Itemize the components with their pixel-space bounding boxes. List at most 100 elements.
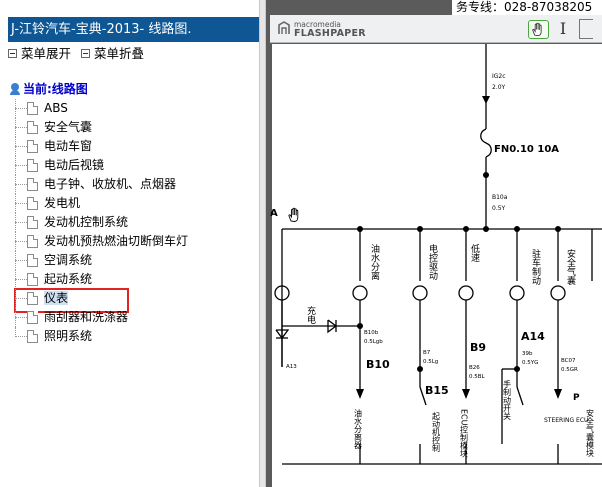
tree-item[interactable]: 空调系统 <box>10 251 255 270</box>
tree-item-label: 照明系统 <box>44 329 93 343</box>
component-label: 起动机控制 <box>432 412 441 453</box>
tree-root-label: 当前:线路图 <box>23 82 88 96</box>
tree-branch-line <box>15 146 27 147</box>
tree-item-label: 空调系统 <box>44 253 93 267</box>
indicator-label: 低速 <box>469 243 480 263</box>
tree-branch-line <box>15 108 27 109</box>
document-icon <box>27 121 38 134</box>
tree-item[interactable]: 发动机控制系统 <box>10 213 255 232</box>
tree-item[interactable]: ABS <box>10 99 255 118</box>
wire-label: 0.5Y <box>492 205 506 212</box>
tree-branch-line <box>15 298 27 299</box>
indicator-label: 充电 <box>305 305 316 324</box>
edge-letter: A <box>270 208 278 219</box>
text-select-button[interactable]: I <box>556 19 570 39</box>
connector-label: P <box>573 393 580 403</box>
document-icon <box>27 159 38 172</box>
wire-label: 2.0Y <box>492 84 506 91</box>
wiring-schematic: IG2c 2.0Y FN0.10 10A B10a 0.5Y A 充电 油水分离… <box>270 44 602 487</box>
tree-item-label: 电动后视镜 <box>44 158 105 172</box>
tree-branch-line <box>15 260 27 261</box>
indicator-label: 电控驱动 <box>427 243 438 281</box>
tree-item[interactable]: 照明系统 <box>10 327 255 346</box>
tree-branch-line <box>15 165 27 166</box>
component-label: 安全气囊模块 <box>586 408 595 458</box>
tree-item[interactable]: 发电机 <box>10 194 255 213</box>
expand-icon <box>8 49 17 58</box>
tree-item-label: 电子钟、收放机、点烟器 <box>44 177 177 191</box>
macromedia-logo-icon <box>278 21 290 34</box>
tree-item-label: 起动系统 <box>44 272 93 286</box>
wire-label: BC07 <box>561 358 576 364</box>
component-label: 手制动开关 <box>503 379 512 421</box>
wire-label: 39b <box>522 351 533 357</box>
tree-item[interactable]: 起动系统 <box>10 270 255 289</box>
tree-item-label: 电动车窗 <box>44 139 93 153</box>
toolbar-more-button[interactable] <box>579 19 593 39</box>
tree-item-label: 雨刮器和洗涤器 <box>44 310 129 324</box>
indicator-label: 驻车制动 <box>530 249 541 286</box>
document-icon <box>27 235 38 248</box>
tree-item[interactable]: 发动机预热燃油切断倒车灯 <box>10 232 255 251</box>
tree-item[interactable]: 安全气囊 <box>10 118 255 137</box>
logo-flashpaper-text: FLASHPAPER <box>294 28 366 39</box>
wire-label: B10b <box>364 330 379 336</box>
document-icon <box>27 254 38 267</box>
wire-label: B10a <box>492 194 508 201</box>
tree-item-label: 发动机控制系统 <box>44 215 129 229</box>
wire-label: B7 <box>423 350 431 356</box>
document-icon <box>27 178 38 191</box>
menu-toggles: 菜单展开 菜单折叠 <box>8 45 154 63</box>
menu-collapse-button[interactable]: 菜单折叠 <box>81 46 144 61</box>
tree-item-label: 发电机 <box>44 196 81 210</box>
indicator-label: 安全气囊 <box>565 248 576 286</box>
wire-label: 0.5Lg <box>423 359 438 365</box>
indicator-label: 油水分离 <box>369 243 380 281</box>
hand-icon <box>532 22 542 37</box>
tree-branch-line <box>15 222 27 223</box>
tree-branch-line <box>15 279 27 280</box>
wire-label: A13 <box>286 364 297 370</box>
flashpaper-toolbar: macromedia FLASHPAPER I <box>270 15 602 43</box>
tree-branch-line <box>15 317 27 318</box>
connector-label: B15 <box>425 384 449 397</box>
navigation-panel: J-江铃汽车-宝典-2013- 线路图. 菜单展开 菜单折叠 当前:线路图 ABS… <box>0 0 259 487</box>
menu-expand-button[interactable]: 菜单展开 <box>8 46 71 61</box>
diagram-page: IG2c 2.0Y FN0.10 10A B10a 0.5Y A 充电 油水分离… <box>270 44 602 487</box>
document-icon <box>27 102 38 115</box>
document-icon <box>27 216 38 229</box>
tree-branch-line <box>15 127 27 128</box>
fuse-label: FN0.10 10A <box>494 144 559 155</box>
document-title: J-江铃汽车-宝典-2013- 线路图. <box>8 17 259 42</box>
document-icon <box>27 292 38 305</box>
tree-item[interactable]: 电动车窗 <box>10 137 255 156</box>
wire-label: 0.5Lgb <box>364 339 383 345</box>
component-label: ECU控制模块 <box>460 409 469 459</box>
tree-item[interactable]: 电子钟、收放机、点烟器 <box>10 175 255 194</box>
wire-label: B26 <box>469 365 480 371</box>
document-icon <box>27 330 38 343</box>
tree-item[interactable]: 雨刮器和洗涤器 <box>10 308 255 327</box>
pane-splitter[interactable] <box>259 0 266 487</box>
wire-label: 0.5YG <box>522 360 538 366</box>
menu-collapse-label: 菜单折叠 <box>94 46 145 61</box>
connector-label: B9 <box>470 341 486 354</box>
wiring-diagram-tree: 当前:线路图 ABS 安全气囊电动车窗电动后视镜电子钟、收放机、点烟器 发电机发动机… <box>10 80 255 346</box>
connector-label: B10 <box>366 358 390 371</box>
tree-item[interactable]: 仪表 <box>10 288 255 313</box>
hand-cursor-icon <box>288 207 299 222</box>
tree-item-label: 发动机预热燃油切断倒车灯 <box>44 234 189 248</box>
hand-tool-button[interactable] <box>528 20 549 39</box>
wire-label: 0.5BL <box>469 374 486 380</box>
component-label: 油水分离器 <box>354 408 363 450</box>
document-icon <box>27 140 38 153</box>
document-icon <box>27 197 38 210</box>
wire-label: 0.5GR <box>561 367 578 373</box>
tree-branch-line <box>15 241 27 242</box>
document-icon <box>27 273 38 286</box>
tree-root[interactable]: 当前:线路图 <box>10 80 255 99</box>
wire-label: IG2c <box>492 73 506 80</box>
tree-item[interactable]: 电动后视镜 <box>10 156 255 175</box>
service-hotline: 务专线：028-87038205 <box>452 0 602 15</box>
menu-expand-label: 菜单展开 <box>21 46 72 61</box>
